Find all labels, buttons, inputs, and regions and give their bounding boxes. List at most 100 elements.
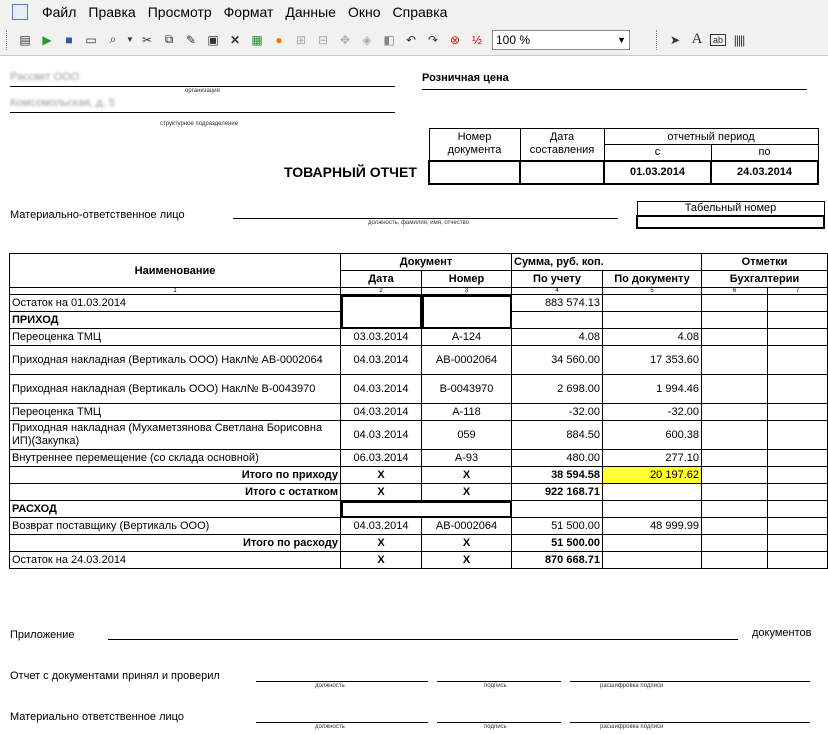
- toolbar-grip-2[interactable]: [656, 29, 660, 50]
- section-income[interactable]: ПРИХОД: [9, 311, 341, 329]
- row-sum[interactable]: 51 500.00: [511, 534, 603, 552]
- total-expense-label[interactable]: Итого по расходу: [9, 534, 341, 552]
- row-mark[interactable]: [701, 500, 768, 518]
- row-sum[interactable]: 884.50: [511, 420, 603, 450]
- row-number[interactable]: 059: [421, 420, 512, 450]
- section-expense[interactable]: РАСХОД: [9, 500, 341, 518]
- row-date[interactable]: 04.03.2014: [340, 374, 422, 404]
- row-name[interactable]: Приходная накладная (Вертикаль ООО) Накл…: [9, 345, 341, 375]
- row-sum[interactable]: 870 668.71: [511, 551, 603, 569]
- row-mark[interactable]: [767, 466, 828, 484]
- row-number[interactable]: X: [421, 534, 512, 552]
- row-mark[interactable]: [701, 403, 768, 421]
- print-icon[interactable]: ▭: [82, 31, 100, 49]
- label-tool-icon[interactable]: ab: [710, 33, 726, 46]
- table-row[interactable]: Итого с остатком X X 922 168.71: [9, 483, 828, 501]
- row-number[interactable]: X: [421, 551, 512, 569]
- row-date[interactable]: 04.03.2014: [340, 420, 422, 450]
- row-doc[interactable]: [602, 483, 702, 501]
- row-number[interactable]: А-124: [421, 328, 512, 346]
- dropdown-arrow-icon[interactable]: ▼: [126, 31, 134, 49]
- row-sum[interactable]: 51 500.00: [511, 517, 603, 535]
- row-mark[interactable]: [767, 328, 828, 346]
- table-row[interactable]: Переоценка ТМЦ 04.03.2014 А-118 -32.00 -…: [9, 403, 828, 421]
- row-sum[interactable]: 883 574.13: [511, 294, 603, 312]
- row-mark[interactable]: [767, 551, 828, 569]
- paste-icon[interactable]: ▣: [204, 31, 222, 49]
- row-mark[interactable]: [701, 534, 768, 552]
- row-doc[interactable]: [602, 500, 702, 518]
- row-date[interactable]: 04.03.2014: [340, 345, 422, 375]
- save-icon[interactable]: ■: [60, 31, 78, 49]
- table-row[interactable]: Переоценка ТМЦ 03.03.2014 А-124 4.08 4.0…: [9, 328, 828, 346]
- row-mark[interactable]: [767, 403, 828, 421]
- table-row[interactable]: Приходная накладная (Мухаметзянова Светл…: [9, 420, 828, 450]
- table-row[interactable]: Внутреннее перемещение (со склада основн…: [9, 449, 828, 467]
- row-mark[interactable]: [767, 449, 828, 467]
- row-doc[interactable]: [602, 294, 702, 312]
- stamp-icon[interactable]: ◧: [380, 31, 398, 49]
- row-mark[interactable]: [767, 311, 828, 329]
- row-doc[interactable]: 277.10: [602, 449, 702, 467]
- copy-icon[interactable]: ⧉: [160, 31, 178, 49]
- row-mark[interactable]: [767, 374, 828, 404]
- new-doc-icon[interactable]: ▤: [16, 31, 34, 49]
- row-sum[interactable]: 4.08: [511, 328, 603, 346]
- delete-icon[interactable]: ✕: [226, 31, 244, 49]
- row-mark[interactable]: [767, 500, 828, 518]
- from-date[interactable]: 01.03.2014: [603, 159, 712, 185]
- row-doc[interactable]: [602, 551, 702, 569]
- table-row[interactable]: Остаток на 24.03.2014 X X 870 668.71: [9, 551, 828, 569]
- barcode-icon[interactable]: |||||: [730, 31, 748, 49]
- redo-icon[interactable]: ↷: [424, 31, 442, 49]
- row-name[interactable]: Внутреннее перемещение (со склада основн…: [9, 449, 341, 467]
- row-sum[interactable]: 2 698.00: [511, 374, 603, 404]
- format-icon[interactable]: ½: [468, 31, 486, 49]
- row-doc[interactable]: [602, 311, 702, 329]
- menu-format[interactable]: Формат: [218, 4, 280, 20]
- browser-icon[interactable]: ●: [270, 31, 288, 49]
- row-name[interactable]: Остаток на 01.03.2014: [9, 294, 341, 312]
- row-mark[interactable]: [701, 517, 768, 535]
- row-name[interactable]: Возврат поставщику (Вертикаль ООО): [9, 517, 341, 535]
- row-sum[interactable]: [511, 500, 603, 518]
- row-name[interactable]: Переоценка ТМЦ: [9, 403, 341, 421]
- doc-number-value[interactable]: [428, 159, 521, 185]
- menu-file[interactable]: Файл: [36, 4, 82, 20]
- row-date[interactable]: 03.03.2014: [340, 328, 422, 346]
- row-doc[interactable]: 48 999.99: [602, 517, 702, 535]
- row-date[interactable]: X: [340, 534, 422, 552]
- row-doc-selected[interactable]: 20 197.62: [602, 466, 702, 484]
- row-mark[interactable]: [701, 311, 768, 329]
- row-number[interactable]: X: [421, 483, 512, 501]
- row-doc[interactable]: -32.00: [602, 403, 702, 421]
- row-mark[interactable]: [767, 345, 828, 375]
- table-row[interactable]: РАСХОД: [9, 500, 828, 518]
- row-date[interactable]: 04.03.2014: [340, 403, 422, 421]
- row-mark[interactable]: [701, 328, 768, 346]
- row-sum[interactable]: 480.00: [511, 449, 603, 467]
- table-row[interactable]: Приходная накладная (Вертикаль ООО) Накл…: [9, 345, 828, 375]
- text-tool-icon[interactable]: A: [688, 31, 706, 49]
- chevron-down-icon[interactable]: ▼: [617, 35, 626, 45]
- tab-number-value[interactable]: [636, 214, 825, 229]
- row-mark[interactable]: [767, 517, 828, 535]
- table-row[interactable]: Итого по приходу X X 38 594.58 20 197.62: [9, 466, 828, 484]
- row-mark[interactable]: [701, 374, 768, 404]
- undo-icon[interactable]: ↶: [402, 31, 420, 49]
- move-icon[interactable]: ◈: [358, 31, 376, 49]
- menu-help[interactable]: Справка: [387, 4, 454, 20]
- row-mark[interactable]: [767, 483, 828, 501]
- row-doc[interactable]: 4.08: [602, 328, 702, 346]
- row-mark[interactable]: [701, 483, 768, 501]
- row-doc[interactable]: [602, 534, 702, 552]
- date-value[interactable]: [519, 159, 605, 185]
- row-date[interactable]: [340, 500, 512, 518]
- ungroup-icon[interactable]: ⊟: [314, 31, 332, 49]
- row-sum[interactable]: 922 168.71: [511, 483, 603, 501]
- total-income-label[interactable]: Итого по приходу: [9, 466, 341, 484]
- preview-icon[interactable]: ⌕: [104, 31, 122, 49]
- group-icon[interactable]: ⊞: [292, 31, 310, 49]
- toolbar-grip[interactable]: [6, 29, 10, 50]
- menu-window[interactable]: Окно: [342, 4, 387, 20]
